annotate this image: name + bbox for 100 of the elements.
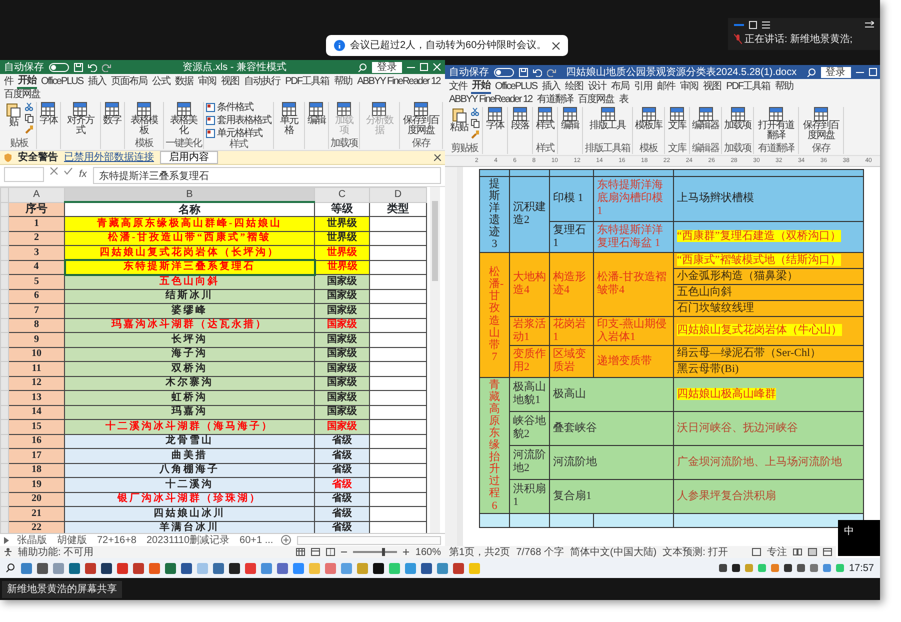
table-cell[interactable]: 虹桥沟 xyxy=(64,390,314,405)
table-cell[interactable]: 松潘-甘孜造山带“西康式”褶皱 xyxy=(64,231,314,246)
ribbon-tab[interactable]: 视图 xyxy=(702,81,722,93)
collapse-icon[interactable] xyxy=(865,21,874,29)
toggle-switch[interactable] xyxy=(49,62,69,72)
ribbon-tab[interactable]: OfficePLUS xyxy=(40,76,84,88)
table-cell[interactable]: 婆缪峰 xyxy=(64,304,314,318)
redo-icon[interactable] xyxy=(547,68,556,76)
ribbon-button[interactable]: 对齐方式 xyxy=(62,102,98,136)
enter-icon[interactable] xyxy=(64,167,73,175)
app-icon[interactable] xyxy=(101,562,112,574)
column-header[interactable]: C xyxy=(314,188,370,202)
table-cell[interactable]: 木尔寨沟 xyxy=(64,376,314,390)
column-header[interactable]: B xyxy=(64,188,314,202)
ribbon-button[interactable]: 保存到百度网盘 xyxy=(801,107,841,141)
ribbon-tab[interactable]: 表 xyxy=(618,94,630,106)
save-icon[interactable] xyxy=(74,62,83,72)
zoom-in-icon[interactable] xyxy=(403,549,410,555)
web-view-icon[interactable] xyxy=(823,548,832,556)
ribbon-button[interactable]: 编辑 xyxy=(560,107,580,131)
ribbon-tab[interactable]: 设计 xyxy=(587,81,608,93)
restore-icon[interactable] xyxy=(420,63,428,71)
vertical-scrollbar[interactable] xyxy=(430,187,440,533)
sheet-tab[interactable]: 20231110删减记录 xyxy=(144,532,232,548)
app-icon[interactable] xyxy=(229,562,240,574)
page-layout-icon[interactable] xyxy=(311,548,320,556)
ribbon-tab[interactable]: 件 xyxy=(3,76,14,88)
app-icon[interactable] xyxy=(37,562,48,574)
ribbon-button[interactable]: 单元格 xyxy=(276,102,302,136)
ribbon-tab[interactable]: 绘图 xyxy=(564,81,584,93)
copy-icon[interactable] xyxy=(25,114,34,122)
ribbon-tab[interactable]: 插入 xyxy=(87,76,108,88)
focus-icon[interactable] xyxy=(752,548,761,556)
ribbon-tab[interactable]: 引用 xyxy=(633,81,654,93)
toggle-switch[interactable] xyxy=(494,68,514,76)
read-view-icon[interactable] xyxy=(793,548,802,556)
window-icon[interactable] xyxy=(749,21,757,29)
table-cell[interactable]: 玛嘉沟 xyxy=(64,405,314,420)
ribbon-button[interactable]: 单元格样式 xyxy=(206,128,262,139)
ribbon-button[interactable]: 文库 xyxy=(667,107,687,131)
undo-icon[interactable] xyxy=(533,68,542,76)
ribbon-button[interactable]: 加载项 xyxy=(724,107,751,131)
ribbon-button[interactable]: 编辑器 xyxy=(692,107,719,131)
search-icon[interactable] xyxy=(6,563,16,573)
ribbon-tab[interactable]: 公式 xyxy=(151,76,172,88)
save-icon[interactable] xyxy=(519,68,528,76)
search-icon[interactable] xyxy=(806,68,816,76)
ribbon-button[interactable]: 表格美化 xyxy=(166,102,201,136)
ribbon-tab[interactable]: 插入 xyxy=(541,81,562,93)
redo-icon[interactable] xyxy=(102,62,111,72)
table-cell[interactable]: 青藏高原东缘极高山群峰-四姑娘山 xyxy=(64,216,314,231)
paste-button[interactable]: 贴 xyxy=(3,102,24,128)
ribbon-button[interactable]: 字体 xyxy=(485,107,505,131)
app-icon[interactable] xyxy=(373,562,384,574)
ribbon-tab[interactable]: 邮件 xyxy=(656,81,676,93)
table-cell[interactable]: 八角棚海子 xyxy=(64,463,314,478)
sheet-tab[interactable]: 60+1 ... xyxy=(238,532,276,548)
sheet-tab[interactable]: 张晶版 xyxy=(15,532,49,548)
ribbon-tab[interactable]: 百度网盘 xyxy=(577,94,616,106)
table-cell[interactable]: 羊满台冰川 xyxy=(64,521,314,533)
ribbon-button[interactable]: 样式 xyxy=(535,107,555,131)
scissors-icon[interactable] xyxy=(25,102,34,111)
table-cell[interactable]: 海子沟 xyxy=(64,347,314,362)
ribbon-tab[interactable]: 百度网盘 xyxy=(3,89,41,101)
table-cell[interactable]: 长坪沟 xyxy=(64,332,314,347)
ribbon-button[interactable]: 保存到百度网盘 xyxy=(402,102,440,136)
ribbon-button[interactable]: 套用表格格式 xyxy=(206,115,271,126)
formula-field[interactable]: 东特提斯洋三叠系复理石 xyxy=(92,167,441,184)
sheet-tab[interactable]: 72+16+8 xyxy=(95,532,138,548)
ribbon-tab[interactable]: PDF工具箱 xyxy=(725,81,772,93)
ribbon-tab[interactable]: 帮助 xyxy=(333,76,354,88)
ribbon-tab[interactable]: 帮助 xyxy=(774,81,794,93)
close-icon[interactable] xyxy=(552,42,560,50)
sign-in-button[interactable]: 登录 xyxy=(372,62,402,72)
zoom-level[interactable]: 160% xyxy=(415,544,441,558)
ribbon-tab[interactable]: 自动执行 xyxy=(243,76,282,88)
enable-content-button[interactable]: 启用内容 xyxy=(160,151,218,164)
ribbon-button[interactable]: 条件格式 xyxy=(206,102,253,113)
undo-icon[interactable] xyxy=(88,62,97,72)
add-sheet-icon[interactable] xyxy=(281,535,292,545)
app-icon[interactable] xyxy=(421,562,432,574)
copy-icon[interactable] xyxy=(471,118,480,128)
ribbon-button[interactable]: 字体 xyxy=(38,102,58,126)
ribbon-tab[interactable]: ABBYY FineReader 12 xyxy=(448,94,534,106)
restore-icon[interactable] xyxy=(868,68,877,76)
column-header[interactable]: A xyxy=(8,188,64,202)
ribbon-tab[interactable]: 数据 xyxy=(174,76,194,88)
ribbon-button[interactable]: 打开有道翻译 xyxy=(756,107,796,141)
ribbon-tab[interactable]: OfficePLUS xyxy=(494,81,538,93)
app-icon[interactable] xyxy=(181,562,192,574)
ribbon-tab[interactable]: 开始 xyxy=(471,80,491,94)
ime-indicator[interactable]: 中 xyxy=(838,520,880,556)
column-header[interactable]: D xyxy=(370,188,426,202)
brush-icon[interactable] xyxy=(25,125,34,134)
ribbon-tab[interactable]: 开始 xyxy=(17,75,37,89)
ribbon-tab[interactable]: ABBYY FineReader 12 xyxy=(356,76,442,88)
page-break-icon[interactable] xyxy=(326,548,336,556)
ribbon-button[interactable]: 数字 xyxy=(102,102,122,126)
ribbon-tab[interactable]: 有道翻译 xyxy=(536,94,574,106)
ribbon-button[interactable]: 段落 xyxy=(510,107,530,131)
